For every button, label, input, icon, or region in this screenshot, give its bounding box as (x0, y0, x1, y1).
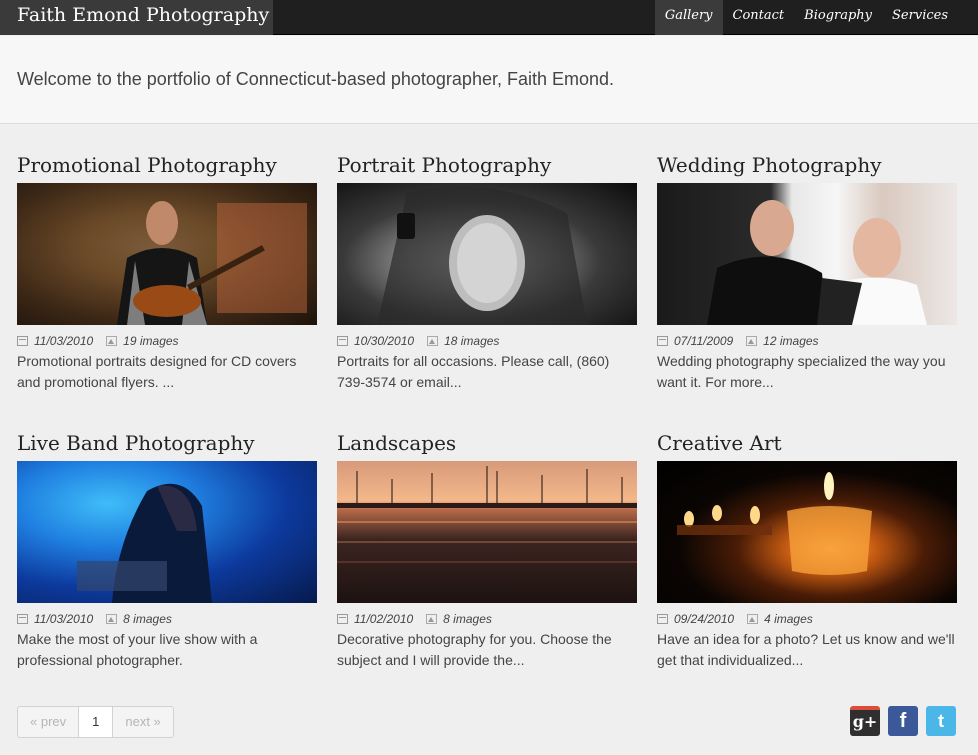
current-page-button[interactable]: 1 (79, 707, 114, 737)
gallery-meta: 09/24/2010 4 images (657, 612, 813, 626)
main-nav: Gallery Contact Biography Services (654, 0, 958, 35)
nav-gallery[interactable]: Gallery (654, 0, 723, 35)
gallery-card-portrait: Portrait Photography 10/30/2010 18 image… (337, 153, 637, 393)
gallery-card-live-band: Live Band Photography 11/03/2010 8 image… (17, 431, 317, 671)
gallery-meta: 10/30/2010 18 images (337, 334, 499, 348)
nav-services[interactable]: Services (882, 0, 958, 35)
gallery-thumbnail[interactable] (657, 183, 957, 325)
gallery-image-count: 4 images (764, 612, 813, 626)
gallery-date: 07/11/2009 (674, 334, 734, 348)
image-count-icon (747, 614, 759, 624)
gallery-image-count: 19 images (123, 334, 179, 348)
calendar-icon (337, 614, 348, 624)
top-navbar: Faith Emond Photography Gallery Contact … (0, 0, 978, 35)
gallery-title[interactable]: Promotional Photography (17, 153, 277, 177)
image-count-icon (746, 336, 758, 346)
pagination: « prev 1 next » (17, 706, 174, 738)
image-count-icon (106, 614, 118, 624)
gallery-date: 10/30/2010 (354, 334, 415, 348)
gallery-thumbnail[interactable] (17, 461, 317, 603)
gallery-title[interactable]: Live Band Photography (17, 431, 255, 455)
calendar-icon (17, 614, 28, 624)
gallery-card-creative-art: Creative Art 09/24/2010 4 images Have an… (657, 431, 957, 671)
gallery-thumbnail[interactable] (657, 461, 957, 603)
gallery-card-landscapes: Landscapes 11/02/2010 8 images Decorativ… (337, 431, 637, 671)
gallery-image-count: 12 images (763, 334, 819, 348)
calendar-icon (337, 336, 348, 346)
calendar-icon (657, 614, 668, 624)
gallery-description: Make the most of your live show with a p… (17, 631, 258, 668)
gallery-description: Wedding photography specialized the way … (657, 353, 946, 390)
image-count-icon (106, 336, 118, 346)
gallery-title[interactable]: Landscapes (337, 431, 456, 455)
gallery-date: 11/03/2010 (34, 612, 94, 626)
gallery-card-promotional: Promotional Photography 11/03/2010 19 im… (17, 153, 317, 393)
gallery-description: Promotional portraits designed for CD co… (17, 353, 297, 390)
facebook-icon[interactable]: f (888, 706, 918, 736)
gallery-date: 09/24/2010 (674, 612, 735, 626)
twitter-icon[interactable]: t (926, 706, 956, 736)
nav-contact[interactable]: Contact (723, 0, 795, 35)
nav-biography[interactable]: Biography (794, 0, 882, 35)
welcome-text: Welcome to the portfolio of Connecticut-… (17, 69, 615, 89)
gallery-title[interactable]: Wedding Photography (657, 153, 882, 177)
gallery-meta: 11/03/2010 19 images (17, 334, 179, 348)
gallery-meta: 07/11/2009 12 images (657, 334, 819, 348)
prev-page-button[interactable]: « prev (18, 707, 80, 737)
gallery-title[interactable]: Creative Art (657, 431, 782, 455)
gallery-meta: 11/02/2010 8 images (337, 612, 492, 626)
welcome-banner: Welcome to the portfolio of Connecticut-… (0, 36, 978, 124)
gallery-thumbnail[interactable] (17, 183, 317, 325)
image-count-icon (427, 336, 439, 346)
calendar-icon (657, 336, 668, 346)
next-page-button[interactable]: next » (113, 707, 172, 737)
gallery-meta: 11/03/2010 8 images (17, 612, 172, 626)
gallery-title[interactable]: Portrait Photography (337, 153, 551, 177)
gallery-thumbnail[interactable] (337, 183, 637, 325)
site-title[interactable]: Faith Emond Photography (0, 0, 273, 35)
gallery-image-count: 18 images (444, 334, 500, 348)
gallery-date: 11/03/2010 (34, 334, 94, 348)
gallery-description: Decorative photography for you. Choose t… (337, 631, 612, 668)
gallery-description: Have an idea for a photo? Let us know an… (657, 631, 955, 668)
gallery-card-wedding: Wedding Photography 07/11/2009 12 images… (657, 153, 957, 393)
gallery-image-count: 8 images (443, 612, 492, 626)
gallery-description: Portraits for all occasions. Please call… (337, 353, 610, 390)
gallery-image-count: 8 images (123, 612, 172, 626)
calendar-icon (17, 336, 28, 346)
gallery-thumbnail[interactable] (337, 461, 637, 603)
image-count-icon (426, 614, 438, 624)
gallery-date: 11/02/2010 (354, 612, 414, 626)
google-plus-icon[interactable]: g+ (850, 706, 880, 736)
